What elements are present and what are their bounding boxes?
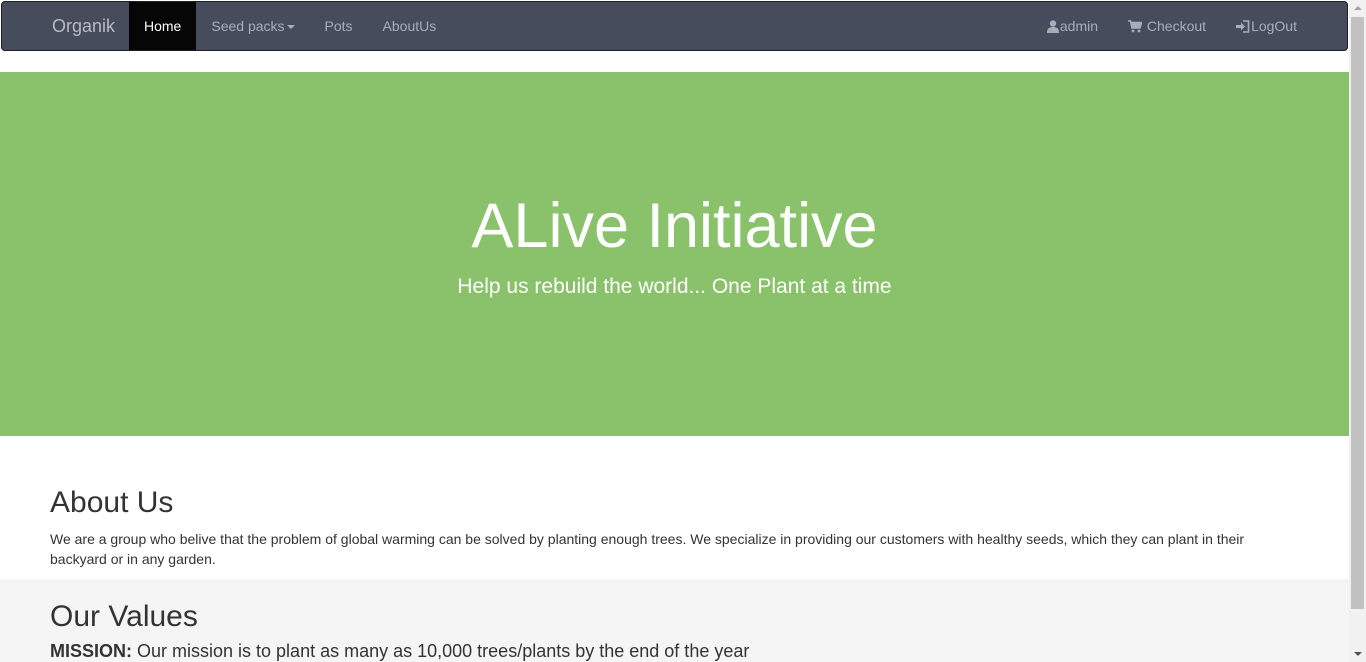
mission-statement: MISSION: Our mission is to plant as many… — [50, 640, 749, 662]
nav-home[interactable]: Home — [129, 2, 197, 50]
hero-subtitle: Help us rebuild the world... One Plant a… — [457, 275, 892, 298]
hero-title: ALive Initiative — [471, 191, 878, 261]
about-heading: About Us — [50, 486, 174, 519]
vertical-scrollbar[interactable] — [1349, 0, 1366, 662]
about-section: About Us We are a group who belive that … — [0, 436, 1349, 579]
nav-logout[interactable]: LogOut — [1221, 2, 1312, 50]
hero-banner: ALive Initiative Help us rebuild the wor… — [0, 72, 1349, 436]
page: Organik Home Seed packs Pots AboutUs adm… — [0, 0, 1349, 662]
nav-checkout-label: Checkout — [1146, 18, 1207, 34]
nav-admin-label: admin — [1059, 18, 1099, 34]
nav-checkout[interactable]: Checkout — [1113, 2, 1221, 50]
nav-seed-packs-dropdown[interactable]: Seed packs — [196, 2, 309, 50]
login-icon — [1236, 4, 1250, 52]
about-text: We are a group who belive that the probl… — [50, 531, 1245, 567]
caret-down-icon — [286, 25, 295, 30]
scroll-up-arrow-icon[interactable] — [1349, 0, 1366, 17]
brand-link[interactable]: Organik — [52, 2, 115, 52]
nav-seed-packs-label: Seed packs — [211, 18, 285, 34]
scrollbar-thumb[interactable] — [1351, 17, 1364, 609]
values-heading: Our Values — [50, 600, 198, 633]
user-icon — [1046, 4, 1059, 52]
cart-icon — [1128, 4, 1143, 52]
nav-pots[interactable]: Pots — [310, 2, 368, 50]
nav-left: Home Seed packs Pots AboutUs — [129, 2, 451, 52]
scroll-down-arrow-icon[interactable] — [1349, 645, 1366, 662]
values-section: Our Values MISSION: Our mission is to pl… — [0, 579, 1349, 662]
nav-admin[interactable]: admin — [1032, 2, 1113, 50]
navbar: Organik Home Seed packs Pots AboutUs adm… — [1, 1, 1348, 51]
nav-right: admin Checkout LogOut — [1032, 2, 1312, 52]
nav-logout-label: LogOut — [1251, 18, 1297, 34]
mission-text: Our mission is to plant as many as 10,00… — [132, 641, 750, 661]
nav-about-us[interactable]: AboutUs — [368, 2, 452, 50]
mission-label: MISSION: — [50, 641, 133, 661]
